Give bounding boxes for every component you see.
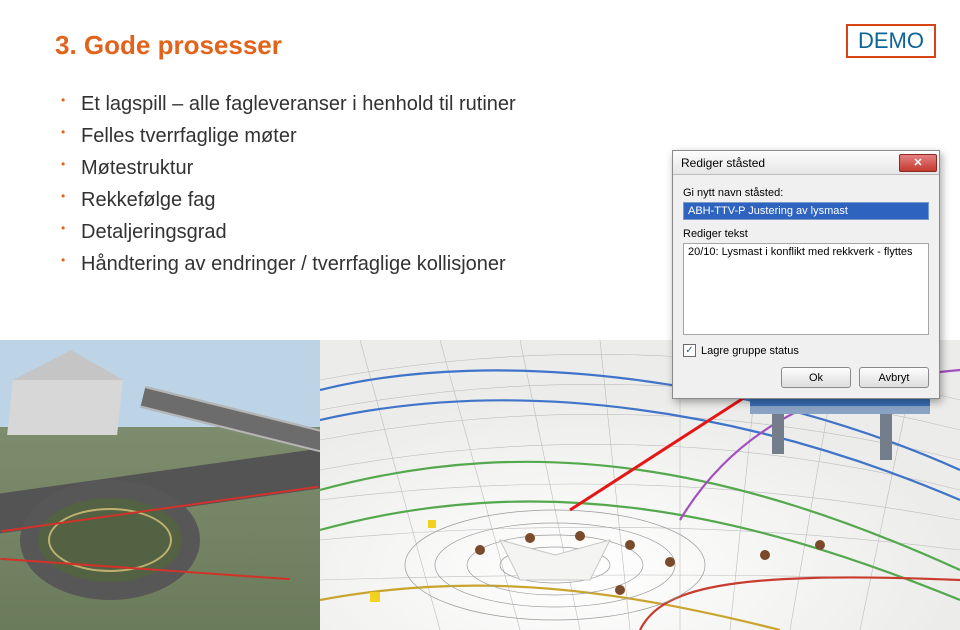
render-3d-view xyxy=(0,340,320,630)
bullet-item: Et lagspill – alle fagleveranser i henho… xyxy=(59,89,920,119)
slide-title: 3. Gode prosesser xyxy=(55,30,920,61)
dialog-title: Rediger ståsted xyxy=(681,156,765,170)
text-label: Rediger tekst xyxy=(683,228,929,240)
dialog-titlebar[interactable]: Rediger ståsted ✕ xyxy=(673,151,939,175)
bullet-item: Felles tverrfaglige møter xyxy=(59,121,920,151)
save-group-status-checkbox[interactable]: ✓ Lagre gruppe status xyxy=(683,344,929,357)
viewpoint-text-input[interactable] xyxy=(683,243,929,335)
ramp-shape xyxy=(140,386,320,456)
building-shape xyxy=(7,380,123,435)
cancel-button[interactable]: Avbryt xyxy=(859,367,929,388)
dialog-body: Gi nytt navn ståsted: Rediger tekst ✓ La… xyxy=(673,175,939,398)
checkbox-label: Lagre gruppe status xyxy=(701,345,799,357)
dialog-button-row: Ok Avbryt xyxy=(683,367,929,388)
slide: 3. Gode prosesser DEMO Et lagspill – all… xyxy=(0,0,960,630)
name-label: Gi nytt navn ståsted: xyxy=(683,187,929,199)
ok-button[interactable]: Ok xyxy=(781,367,851,388)
demo-badge: DEMO xyxy=(846,24,936,58)
checkbox-icon: ✓ xyxy=(683,344,696,357)
viewpoint-name-input[interactable] xyxy=(683,202,929,220)
edit-viewpoint-dialog: Rediger ståsted ✕ Gi nytt navn ståsted: … xyxy=(672,150,940,399)
close-icon[interactable]: ✕ xyxy=(899,154,937,172)
roundabout-shape xyxy=(20,480,200,600)
